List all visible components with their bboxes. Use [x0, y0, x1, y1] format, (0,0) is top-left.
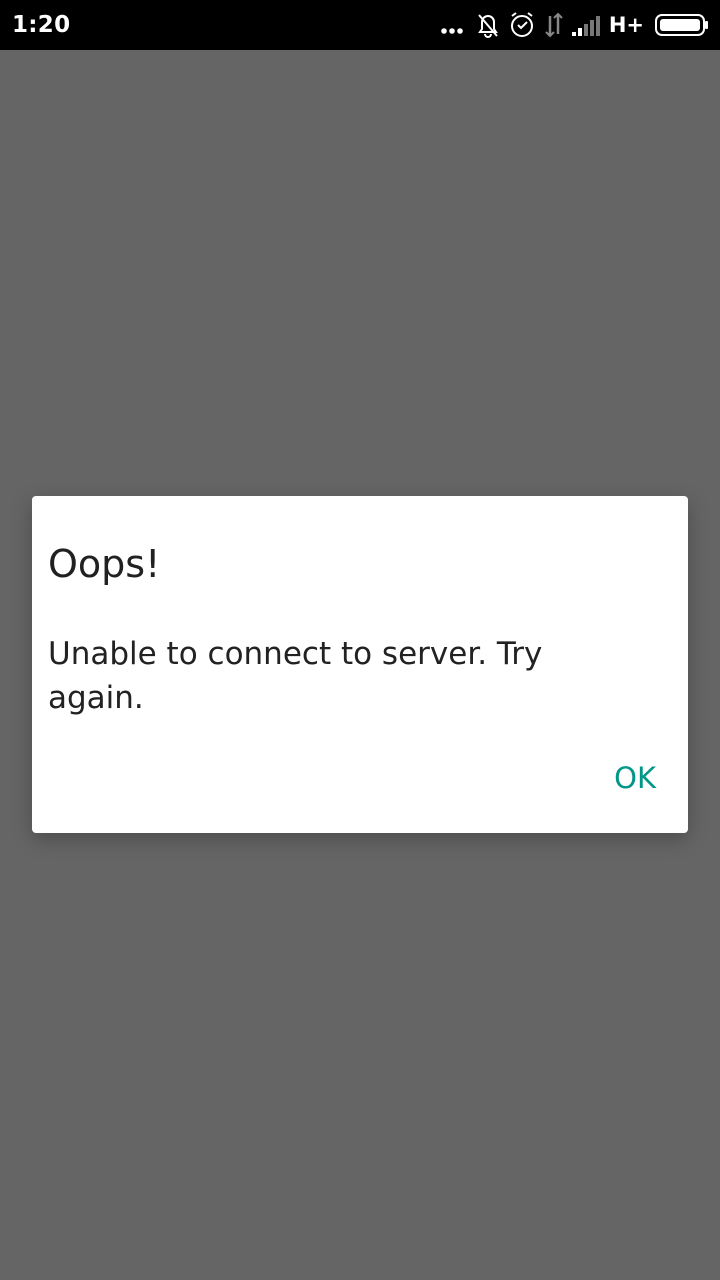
network-type: H+ — [608, 13, 644, 37]
dialog-message: Unable to connect to server. Try again. — [48, 636, 543, 716]
status-icons: H+ — [437, 8, 710, 42]
dialog-title: Oops! — [48, 542, 161, 586]
signal-icon — [569, 8, 603, 42]
notifications-off-icon — [471, 8, 505, 42]
status-time: 1:20 — [12, 12, 71, 38]
alarm-icon — [505, 8, 539, 42]
ok-button[interactable]: OK — [602, 754, 668, 802]
data-arrows-icon — [539, 8, 569, 42]
status-bar: 1:20 H+ — [0, 0, 720, 50]
battery-icon — [654, 8, 710, 42]
more-dots-icon — [437, 8, 471, 42]
screen: 1:20 H+ Oops! Unable to connect to serve… — [0, 0, 720, 1280]
